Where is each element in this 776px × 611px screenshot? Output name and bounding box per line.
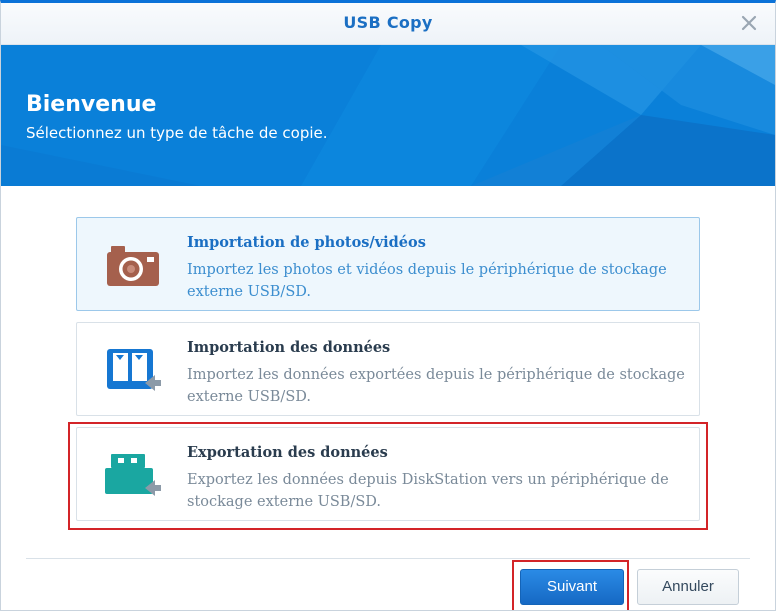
banner-heading: Bienvenue [26, 92, 157, 117]
option-import-photos[interactable]: Importation de photos/vidéos Importez le… [76, 217, 700, 311]
option-title: Importation des données [187, 339, 391, 356]
option-description: Exportez les données depuis DiskStation … [187, 472, 669, 510]
camera-icon [107, 246, 159, 286]
usb-export-icon [105, 454, 161, 496]
welcome-banner: Bienvenue Sélectionnez un type de tâche … [1, 45, 775, 186]
option-export-data[interactable]: Exportation des données Exportez les don… [76, 427, 700, 521]
option-title: Exportation des données [187, 444, 388, 461]
title-bar: USB Copy [1, 3, 775, 45]
window-title: USB Copy [343, 13, 433, 32]
option-import-data[interactable]: Importation des données Importez les don… [76, 322, 700, 416]
cancel-button[interactable]: Annuler [637, 569, 739, 605]
close-button[interactable] [737, 11, 761, 35]
footer-divider [26, 558, 750, 559]
next-button[interactable]: Suivant [520, 569, 624, 605]
usb-copy-dialog: USB Copy Bienvenue Sélectionnez un type … [0, 0, 776, 611]
close-icon [741, 15, 757, 31]
import-data-icon [107, 349, 161, 391]
option-description: Importez les données exportées depuis le… [187, 367, 685, 405]
option-description: Importez les photos et vidéos depuis le … [187, 262, 667, 300]
option-title: Importation de photos/vidéos [187, 234, 426, 251]
banner-subtitle: Sélectionnez un type de tâche de copie. [26, 124, 328, 142]
